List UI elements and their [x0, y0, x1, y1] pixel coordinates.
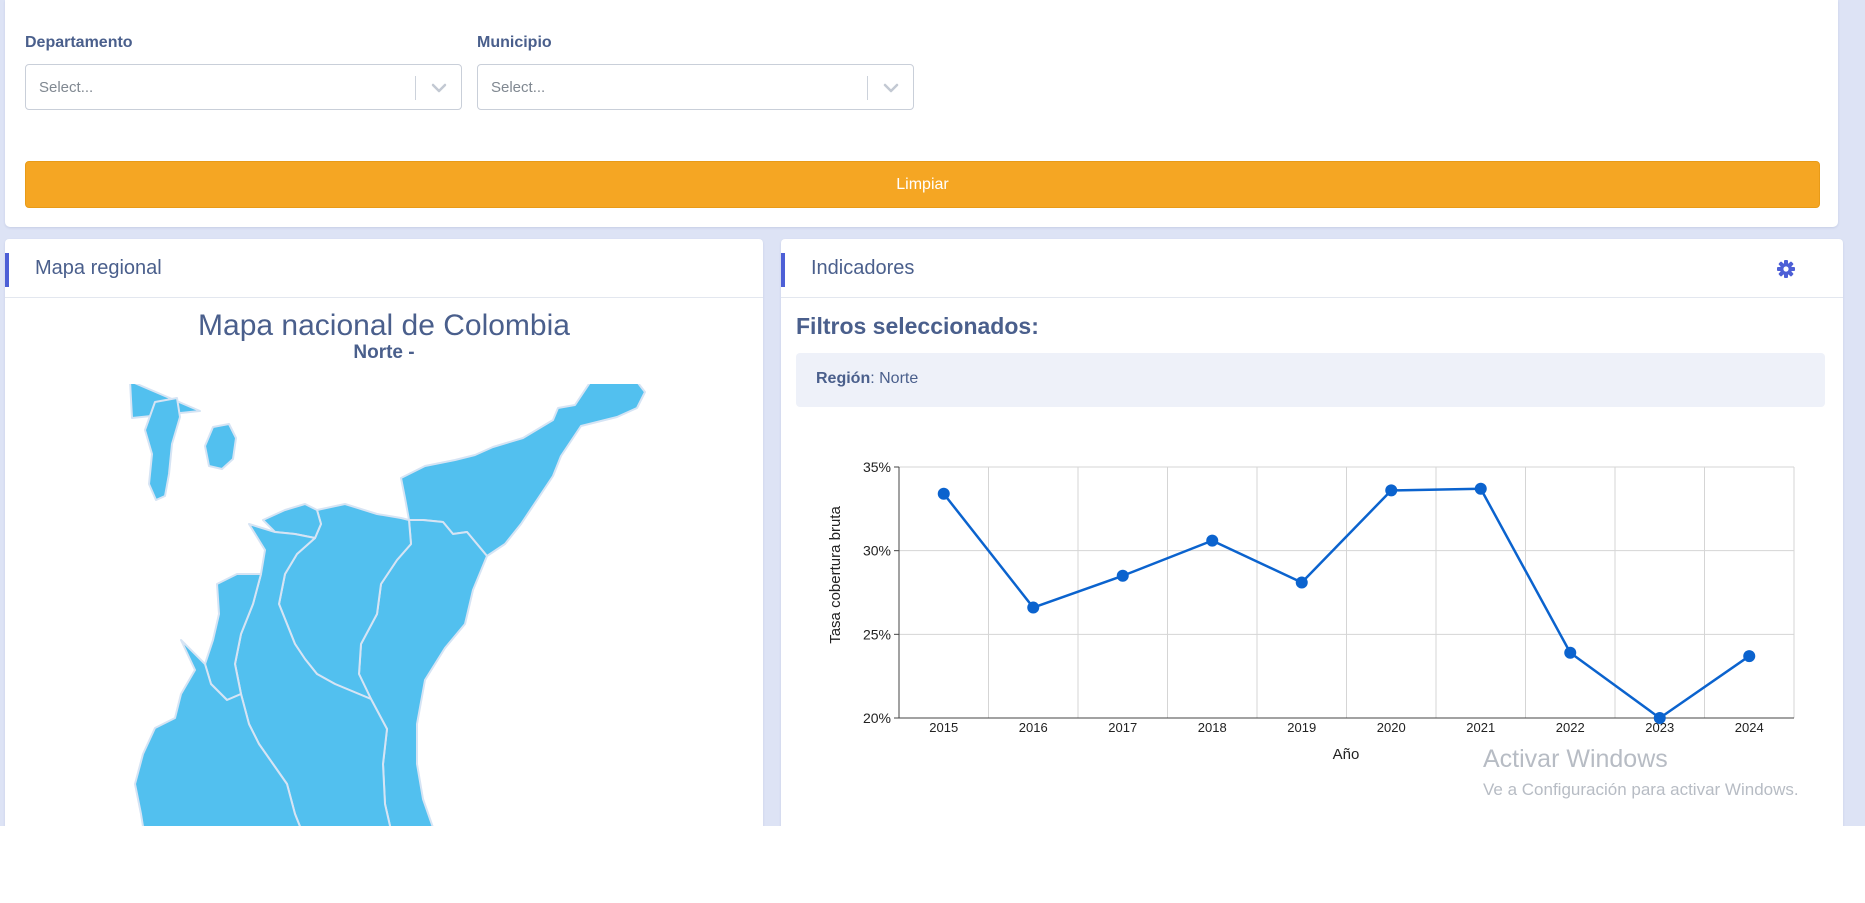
y-tick-label: 20% — [863, 710, 891, 726]
map-subtitle: Norte - — [353, 342, 415, 363]
app-background: Departamento Select... Municipio Select.… — [0, 0, 1865, 826]
selected-filters-heading: Filtros seleccionados: — [796, 313, 1039, 339]
map-title: Mapa nacional de Colombia — [198, 309, 570, 342]
indicators-panel-title: Indicadores — [811, 257, 915, 279]
windows-activation-subtitle: Ve a Configuración para activar Windows. — [1483, 780, 1799, 799]
departamento-placeholder: Select... — [39, 79, 94, 96]
indicators-panel: Indicadores Filtros seleccionados: Regió… — [781, 239, 1843, 826]
map-panel-header: Mapa regional — [5, 239, 763, 298]
y-tick-label: 30% — [863, 543, 891, 559]
indicators-panel-header: Indicadores — [781, 239, 1843, 298]
data-point — [1385, 484, 1398, 497]
data-point — [1743, 650, 1756, 663]
x-tick-label: 2021 — [1466, 720, 1495, 735]
selected-filters-box: Región: Norte — [796, 353, 1825, 407]
panel-accent-bar — [781, 253, 785, 287]
municipio-placeholder: Select... — [491, 79, 546, 96]
x-tick-label: 2022 — [1556, 720, 1585, 735]
data-point — [1564, 646, 1577, 659]
data-point — [1027, 601, 1040, 614]
municipio-label: Municipio — [477, 34, 552, 51]
windows-activation-title: Activar Windows — [1483, 745, 1668, 773]
data-point — [1116, 569, 1129, 582]
departamento-select[interactable]: Select... — [25, 64, 462, 110]
y-tick-label: 25% — [863, 626, 891, 642]
x-tick-label: 2015 — [929, 720, 958, 735]
y-tick-label: 35% — [863, 459, 891, 475]
clear-filters-button[interactable]: Limpiar — [25, 161, 1820, 208]
data-point — [1206, 534, 1219, 547]
chevron-down-icon[interactable] — [429, 78, 449, 98]
x-tick-label: 2018 — [1198, 720, 1227, 735]
x-tick-label: 2016 — [1019, 720, 1048, 735]
select-separator — [415, 76, 416, 100]
chevron-down-icon[interactable] — [881, 78, 901, 98]
map-region-san-andres — [144, 397, 181, 501]
filter-card: Departamento Select... Municipio Select.… — [5, 0, 1838, 227]
gear-icon[interactable] — [1777, 260, 1795, 278]
x-tick-label: 2024 — [1735, 720, 1764, 735]
coverage-line-chart[interactable]: 20% 25% 30% 35% 2015 2016 2017 2018 2019 2020 2021… — [781, 429, 1843, 826]
select-separator — [867, 76, 868, 100]
data-point — [1295, 576, 1308, 589]
x-tick-label: 2020 — [1377, 720, 1406, 735]
chart-axes: 20% 25% 30% 35% 2015 2016 2017 2018 2019 2020 2021… — [863, 459, 1794, 735]
selected-filter-region: Región: Norte — [816, 370, 919, 387]
departamento-label: Departamento — [25, 34, 133, 51]
data-point — [1474, 482, 1487, 495]
region-key: Región — [816, 370, 871, 387]
data-point — [1653, 712, 1666, 724]
y-axis-label: Tasa cobertura bruta — [827, 506, 844, 644]
x-tick-label: 2017 — [1108, 720, 1137, 735]
x-tick-label: 2019 — [1287, 720, 1316, 735]
panel-accent-bar — [5, 253, 9, 287]
data-point — [937, 487, 950, 500]
municipio-select[interactable]: Select... — [477, 64, 914, 110]
x-axis-label: Año — [1333, 746, 1360, 763]
colombia-region-map[interactable] — [5, 384, 763, 826]
region-value: Norte — [879, 370, 919, 387]
map-panel-title: Mapa regional — [35, 257, 162, 279]
map-region-providencia — [204, 423, 237, 470]
map-panel: Mapa regional Mapa nacional de Colombia … — [5, 239, 763, 826]
chart-grid — [899, 466, 1795, 719]
